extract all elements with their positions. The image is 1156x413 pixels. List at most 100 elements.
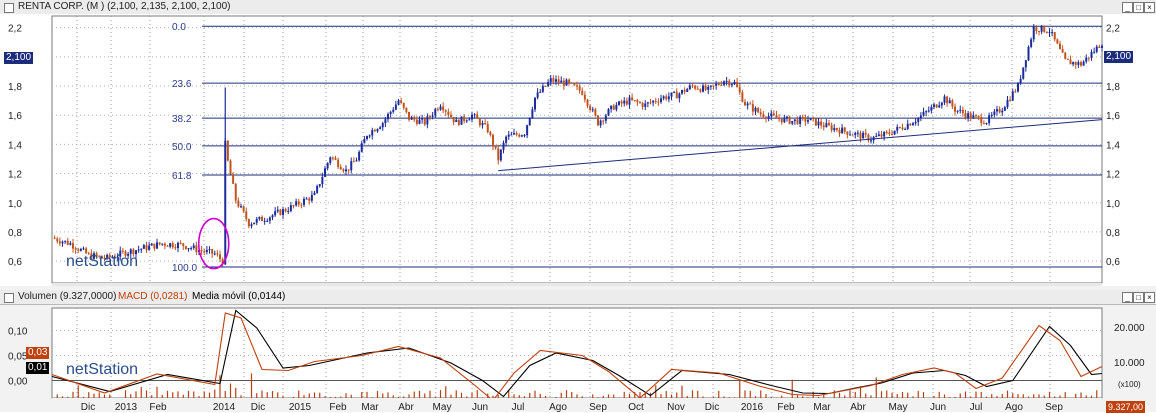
x-tick-label: Abr bbox=[850, 402, 866, 412]
volume-bar bbox=[524, 396, 525, 398]
candle-body bbox=[272, 215, 274, 217]
price-chart[interactable]: 0,60,60,80,81,01,01,21,21,41,41,61,61,81… bbox=[0, 0, 1156, 286]
candle-body bbox=[201, 250, 203, 251]
volume-bar bbox=[104, 394, 105, 398]
volume-bar bbox=[855, 392, 856, 398]
candle-body bbox=[967, 113, 969, 118]
candle-body bbox=[466, 120, 468, 121]
candle-body bbox=[293, 205, 295, 206]
candle-body bbox=[823, 126, 825, 128]
candle-body bbox=[980, 117, 982, 123]
candle-body bbox=[860, 133, 862, 139]
y-tick-label-left: 0,00 bbox=[8, 377, 28, 388]
volume-bar bbox=[718, 391, 719, 398]
y-tick-label-left: 1,6 bbox=[8, 111, 22, 122]
candle-body bbox=[230, 161, 232, 175]
volume-bar bbox=[881, 391, 882, 398]
volume-bar bbox=[498, 395, 499, 398]
volume-bar bbox=[240, 395, 241, 398]
candle-body bbox=[185, 246, 187, 249]
candle-body bbox=[862, 133, 864, 139]
volume-bar bbox=[225, 391, 226, 398]
candle-body bbox=[324, 168, 326, 177]
candle-body bbox=[1043, 26, 1045, 32]
candle-body bbox=[791, 121, 793, 124]
volume-bar bbox=[72, 392, 73, 398]
candle-body bbox=[978, 116, 980, 117]
y-tick-label-right: 20.000 bbox=[1114, 323, 1145, 334]
candle-body bbox=[1085, 58, 1087, 62]
minimize-button[interactable]: _ bbox=[1122, 292, 1133, 303]
candle-body bbox=[1017, 83, 1019, 91]
candle-body bbox=[164, 244, 166, 246]
candle-body bbox=[768, 116, 770, 119]
panel-menu-icon[interactable] bbox=[4, 293, 14, 303]
candle-body bbox=[807, 120, 809, 122]
candle-body bbox=[581, 91, 583, 95]
candle-body bbox=[571, 82, 573, 83]
candle-body bbox=[463, 116, 465, 120]
y-tick-label-left: 1,0 bbox=[8, 199, 22, 210]
candle-body bbox=[479, 119, 481, 125]
candle-body bbox=[329, 157, 331, 162]
candle-body bbox=[69, 243, 71, 245]
candle-body bbox=[474, 114, 476, 115]
netstation-watermark: netStation bbox=[66, 253, 138, 270]
candle-body bbox=[655, 101, 657, 102]
candle-body bbox=[143, 245, 145, 249]
candle-body bbox=[151, 244, 153, 246]
volume-bar bbox=[561, 393, 562, 398]
candle-body bbox=[453, 117, 455, 122]
candle-body bbox=[513, 133, 515, 134]
candle-body bbox=[941, 103, 943, 106]
volume-bar bbox=[870, 395, 871, 398]
volume-bar bbox=[834, 390, 835, 398]
candle-body bbox=[153, 244, 155, 249]
x-axis-strip bbox=[52, 283, 1102, 286]
macd-chart[interactable]: 0,100,050,0020.00010.000netStationDic201… bbox=[0, 304, 1156, 412]
volume-bar bbox=[372, 397, 373, 398]
candle-body bbox=[487, 124, 489, 132]
volume-bar bbox=[330, 397, 331, 398]
x-tick-label: May bbox=[433, 402, 452, 412]
candle-body bbox=[374, 130, 376, 131]
volume-bar bbox=[67, 397, 68, 398]
volume-bar bbox=[849, 390, 850, 398]
candle-body bbox=[1075, 62, 1077, 65]
volume-bar bbox=[666, 391, 667, 398]
volume-bar bbox=[876, 378, 877, 398]
candle-body bbox=[311, 195, 313, 201]
candle-body bbox=[909, 124, 911, 126]
candle-body bbox=[741, 92, 743, 101]
candle-body bbox=[652, 101, 654, 103]
candle-body bbox=[707, 87, 709, 90]
volume-bar bbox=[897, 394, 898, 398]
candle-body bbox=[450, 115, 452, 117]
candle-body bbox=[497, 148, 499, 160]
candle-body bbox=[776, 115, 778, 118]
candle-body bbox=[303, 199, 305, 205]
candle-body bbox=[287, 211, 289, 212]
volume-bar bbox=[167, 391, 168, 398]
maximize-button[interactable]: □ bbox=[1133, 292, 1144, 303]
volume-bar bbox=[130, 394, 131, 398]
volume-bar bbox=[613, 395, 614, 398]
candle-body bbox=[894, 131, 896, 135]
y-tick-label-right: 1,0 bbox=[1106, 199, 1120, 210]
candle-body bbox=[723, 81, 725, 85]
candle-body bbox=[416, 120, 418, 124]
candle-body bbox=[720, 85, 722, 86]
candle-body bbox=[663, 96, 665, 98]
y-tick-label-left: 1,4 bbox=[8, 140, 22, 151]
candle-body bbox=[786, 117, 788, 118]
candle-body bbox=[489, 132, 491, 135]
candle-body bbox=[857, 133, 859, 134]
candle-body bbox=[592, 109, 594, 110]
candle-body bbox=[437, 109, 439, 110]
close-button[interactable]: × bbox=[1144, 292, 1155, 303]
candle-body bbox=[62, 242, 64, 244]
candle-body bbox=[308, 199, 310, 201]
candle-body bbox=[434, 109, 436, 115]
candle-body bbox=[781, 119, 783, 122]
candle-body bbox=[1020, 79, 1022, 83]
